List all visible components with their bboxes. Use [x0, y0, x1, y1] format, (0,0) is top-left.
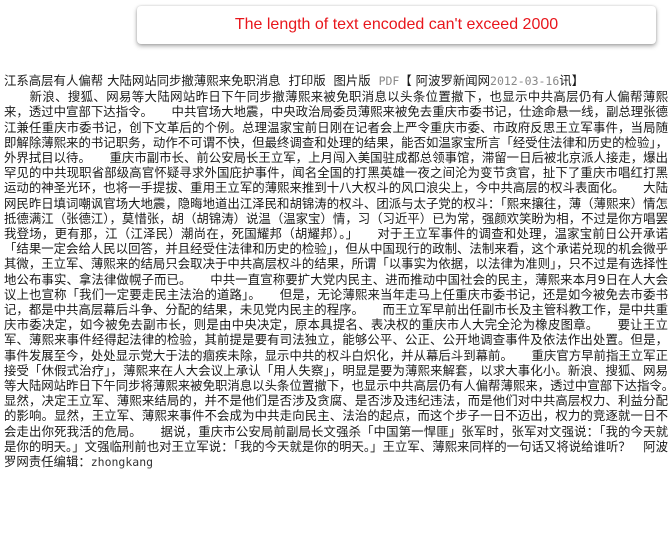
source-close: 讯】 — [559, 73, 585, 88]
article-body: 江系高层有人偏帮 大陆网站同步撤薄熙来免职消息 打印版 图片版 PDF【 阿波罗… — [4, 73, 668, 470]
source-open: 【 阿波罗新闻网 — [399, 73, 491, 88]
editor-name: zhongkang — [90, 455, 154, 470]
print-version-link[interactable]: 打印版 — [288, 73, 325, 88]
article-text: 新浪、搜狐、网易等大陆网站昨日下午同步撤薄熙来被免职消息以头条位置撤下，也显示中… — [4, 89, 668, 470]
error-message: The length of text encoded can't exceed … — [234, 16, 559, 33]
image-version-link[interactable]: 图片版 — [334, 73, 371, 88]
publish-date: 2012-03-16 — [490, 74, 560, 88]
error-banner: The length of text encoded can't exceed … — [137, 6, 656, 44]
pdf-link[interactable]: PDF — [379, 74, 400, 88]
headline: 江系高层有人偏帮 大陆网站同步撤薄熙来免职消息 — [4, 73, 281, 88]
